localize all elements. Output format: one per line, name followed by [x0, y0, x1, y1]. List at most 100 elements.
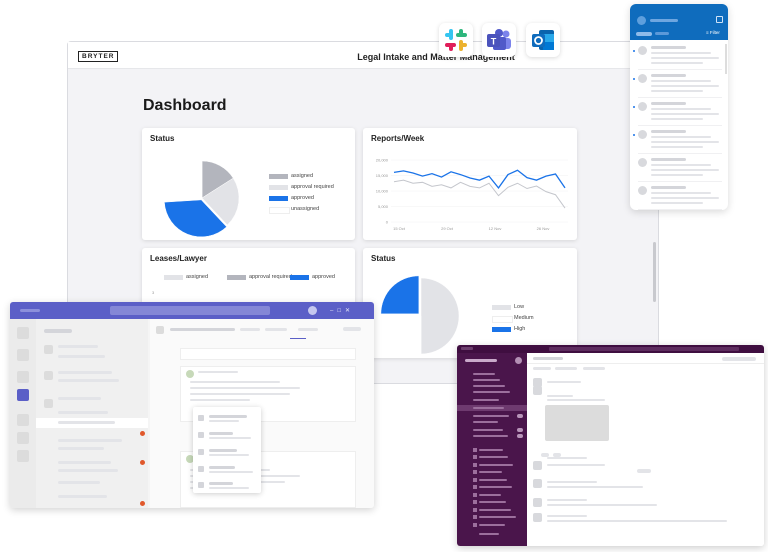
mail-preview — [651, 113, 719, 115]
slack-channel-item[interactable] — [473, 435, 508, 437]
menu-item[interactable] — [209, 482, 233, 485]
slack-compose-icon[interactable] — [515, 357, 522, 364]
teams-search-bar[interactable] — [110, 306, 270, 315]
slack-channel-item[interactable] — [479, 494, 501, 496]
slack-channel-item[interactable] — [479, 524, 505, 526]
menu-item[interactable] — [209, 415, 247, 418]
sender-avatar — [638, 102, 647, 111]
pie-slice-unassigned[interactable] — [164, 160, 203, 201]
slack-channel-item[interactable] — [479, 509, 511, 511]
mail-divider — [638, 97, 722, 98]
slack-channel-item[interactable] — [473, 407, 504, 409]
menu-item[interactable] — [209, 466, 235, 469]
teams-chat-item[interactable] — [58, 447, 104, 450]
legend-label: High — [514, 326, 526, 332]
legend-label: approval required — [249, 274, 292, 280]
slack-header-actions[interactable] — [722, 357, 756, 361]
pie-slice-high[interactable] — [380, 275, 420, 315]
slack-channel-item[interactable] — [473, 421, 498, 423]
sender-avatar — [638, 46, 647, 55]
teams-tab[interactable] — [240, 328, 260, 331]
slack-channel-item[interactable] — [479, 486, 512, 488]
menu-item-desc — [209, 487, 249, 489]
line-series-1[interactable] — [393, 169, 566, 189]
menu-item[interactable] — [209, 449, 237, 452]
slack-channel-item[interactable] — [473, 373, 495, 375]
slack-reaction[interactable] — [553, 453, 561, 457]
teams-rail-icon[interactable] — [17, 371, 29, 383]
teams-tab[interactable] — [298, 328, 318, 331]
teams-chat-item[interactable] — [58, 411, 108, 414]
mail-divider — [638, 153, 722, 154]
slack-channel-item[interactable] — [473, 379, 500, 381]
slack-channel-item[interactable] — [479, 456, 508, 458]
slack-add-channel[interactable] — [479, 533, 499, 535]
compose-icon[interactable] — [716, 16, 723, 23]
slack-channel-item[interactable] — [473, 429, 503, 431]
line-series-2[interactable] — [393, 179, 566, 209]
teams-chat-item[interactable] — [58, 421, 115, 424]
teams-rail-icon[interactable] — [17, 349, 29, 361]
teams-profile-avatar[interactable] — [308, 306, 317, 315]
slack-window-controls[interactable] — [461, 347, 473, 350]
teams-rail-chat-icon[interactable] — [17, 389, 29, 401]
slack-channel-item[interactable] — [479, 479, 507, 481]
teams-window-controls[interactable]: –□✕ — [330, 307, 354, 314]
slack-workspace-name[interactable] — [465, 359, 497, 362]
slack-channel-item[interactable] — [473, 415, 509, 417]
mail-preview — [651, 202, 703, 204]
outlook-scrollbar[interactable] — [725, 44, 727, 74]
slack-search-bar[interactable] — [549, 347, 739, 351]
teams-chat-item[interactable] — [58, 379, 119, 382]
slack-message-line — [547, 399, 605, 401]
teams-meet-button[interactable] — [343, 327, 361, 331]
teams-tab[interactable] — [265, 328, 287, 331]
slack-tab[interactable] — [533, 367, 551, 370]
teams-chat-item[interactable] — [58, 495, 107, 498]
teams-chat-item[interactable] — [58, 439, 122, 442]
teams-message-line — [190, 393, 290, 395]
slack-channel-item[interactable] — [479, 449, 503, 451]
pie-slice-low[interactable] — [420, 277, 460, 355]
slack-channel-item[interactable] — [473, 391, 510, 393]
teams-chat-item[interactable] — [58, 461, 111, 464]
slack-channel-item[interactable] — [473, 385, 505, 387]
slack-channel-item[interactable] — [479, 516, 516, 518]
teams-chat-item[interactable] — [58, 397, 101, 400]
teams-chat-item[interactable] — [58, 481, 100, 484]
pie-slice-medium[interactable] — [382, 315, 422, 355]
outlook-avatar[interactable] — [637, 16, 646, 25]
slack-image-attachment[interactable] — [545, 405, 609, 441]
slack-channel-item[interactable] — [479, 464, 513, 466]
slack-message-line — [547, 520, 727, 522]
slack-channel-item[interactable] — [479, 471, 502, 473]
slack-dm-avatar — [473, 515, 477, 519]
teams-rail-icon[interactable] — [17, 450, 29, 462]
slack-tab[interactable] — [555, 367, 577, 370]
teams-nav-arrows[interactable] — [20, 309, 40, 312]
slack-tab[interactable] — [583, 367, 605, 370]
mail-subject — [651, 164, 711, 166]
legend-label: assigned — [291, 173, 314, 179]
teams-app-tile[interactable]: T — [482, 23, 516, 57]
teams-rail-icon[interactable] — [17, 414, 29, 426]
slack-reaction[interactable] — [541, 453, 549, 457]
slack-app-tile[interactable] — [439, 23, 473, 57]
slack-dm-avatar — [473, 485, 477, 489]
window-scrollbar[interactable] — [653, 242, 656, 302]
menu-item[interactable] — [209, 432, 233, 435]
outlook-tab-focused[interactable] — [636, 32, 652, 36]
outlook-app-tile[interactable] — [526, 23, 560, 57]
teams-rail-icon[interactable] — [17, 432, 29, 444]
teams-chat-item[interactable] — [58, 469, 118, 472]
legend-swatch — [492, 316, 513, 323]
outlook-tab-other[interactable] — [655, 32, 669, 35]
slack-channel-item[interactable] — [473, 399, 499, 401]
slack-unread-badge — [517, 434, 523, 438]
teams-rail-icon[interactable] — [17, 327, 29, 339]
filter-button[interactable]: ≡ Filter — [706, 30, 720, 35]
teams-chat-item[interactable] — [58, 355, 105, 358]
teams-chat-item[interactable] — [58, 371, 112, 374]
teams-chat-item[interactable] — [58, 345, 98, 348]
slack-channel-item[interactable] — [479, 501, 506, 503]
